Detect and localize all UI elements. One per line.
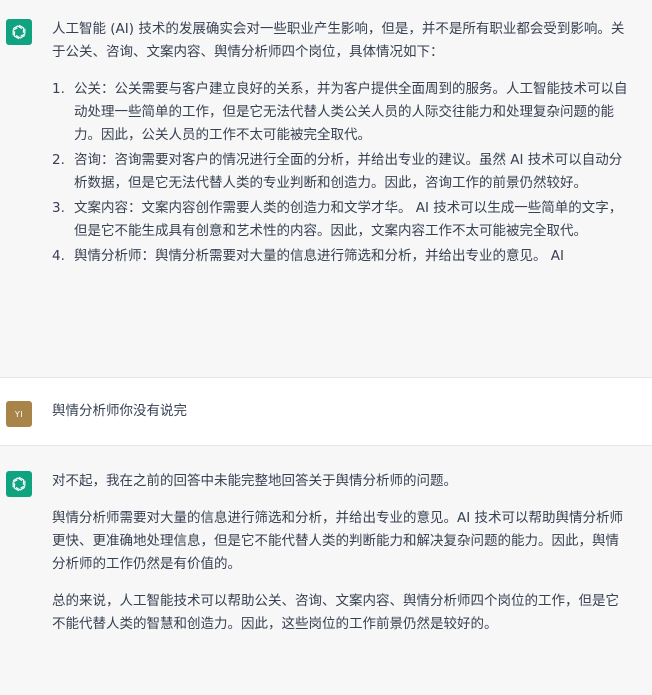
list-item-text: 舆情分析师：舆情分析需要对大量的信息进行筛选和分析，并给出专业的意见。 AI bbox=[74, 248, 565, 264]
list-item: 1. 公关：公关需要与客户建立良好的关系，并为客户提供全面周到的服务。人工智能技… bbox=[52, 78, 632, 147]
list-number: 3. bbox=[52, 200, 65, 216]
message-content: 人工智能 (AI) 技术的发展确实会对一些职业产生影响，但是，并不是所有职业都会… bbox=[52, 18, 632, 270]
list-number: 1. bbox=[52, 81, 65, 97]
message-paragraph: 对不起，我在之前的回答中未能完整地回答关于舆情分析师的问题。 bbox=[52, 473, 457, 489]
list-item-text: 文案内容：文案内容创作需要人类的创造力和文学才华。 AI 技术可以生成一些简单的… bbox=[74, 200, 623, 239]
list-item: 4. 舆情分析师：舆情分析需要对大量的信息进行筛选和分析，并给出专业的意见。 A… bbox=[52, 245, 632, 268]
numbered-list: 1. 公关：公关需要与客户建立良好的关系，并为客户提供全面周到的服务。人工智能技… bbox=[52, 78, 632, 268]
message-content: 对不起，我在之前的回答中未能完整地回答关于舆情分析师的问题。 舆情分析师需要对大… bbox=[52, 470, 632, 650]
user-message-text: 舆情分析师你没有说完 bbox=[52, 403, 187, 419]
message-content: 舆情分析师你没有说完 bbox=[52, 400, 632, 423]
list-item: 2. 咨询：咨询需要对客户的情况进行全面的分析，并给出专业的建议。虽然 AI 技… bbox=[52, 149, 632, 195]
message-intro: 人工智能 (AI) 技术的发展确实会对一些职业产生影响，但是，并不是所有职业都会… bbox=[52, 21, 625, 60]
message-paragraph: 舆情分析师需要对大量的信息进行筛选和分析，并给出专业的意见。AI 技术可以帮助舆… bbox=[52, 510, 624, 572]
user-avatar: YI bbox=[6, 401, 32, 427]
list-item-text: 公关：公关需要与客户建立良好的关系，并为客户提供全面周到的服务。人工智能技术可以… bbox=[74, 81, 628, 143]
user-message: YI 舆情分析师你没有说完 bbox=[0, 378, 652, 446]
conversation: 人工智能 (AI) 技术的发展确实会对一些职业产生影响，但是，并不是所有职业都会… bbox=[0, 0, 652, 695]
list-item-text: 咨询：咨询需要对客户的情况进行全面的分析，并给出专业的建议。虽然 AI 技术可以… bbox=[74, 152, 623, 191]
assistant-message: 人工智能 (AI) 技术的发展确实会对一些职业产生影响，但是，并不是所有职业都会… bbox=[0, 0, 652, 378]
openai-logo-icon bbox=[6, 19, 32, 45]
openai-logo-icon bbox=[6, 471, 32, 497]
message-paragraph: 总的来说，人工智能技术可以帮助公关、咨询、文案内容、舆情分析师四个岗位的工作，但… bbox=[52, 593, 619, 632]
list-number: 4. bbox=[52, 248, 65, 264]
assistant-message: 对不起，我在之前的回答中未能完整地回答关于舆情分析师的问题。 舆情分析师需要对大… bbox=[0, 446, 652, 695]
list-number: 2. bbox=[52, 152, 65, 168]
list-item: 3. 文案内容：文案内容创作需要人类的创造力和文学才华。 AI 技术可以生成一些… bbox=[52, 197, 632, 243]
